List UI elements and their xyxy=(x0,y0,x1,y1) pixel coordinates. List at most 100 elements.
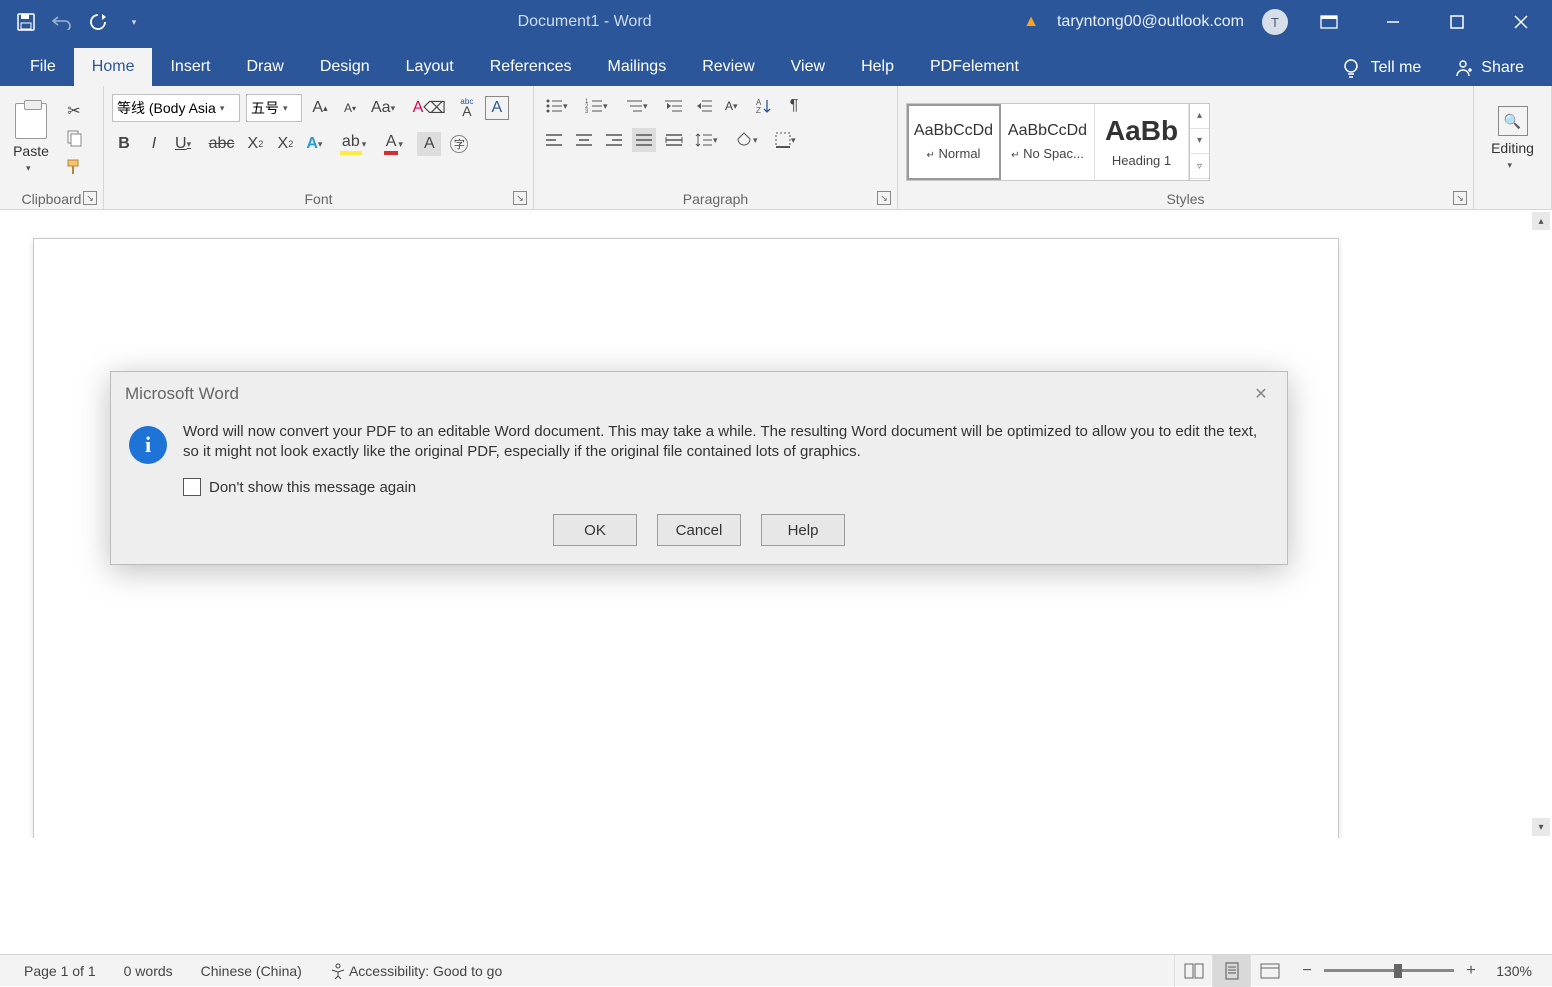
dialog-close-icon[interactable]: ✕ xyxy=(1249,382,1273,406)
decrease-indent-icon[interactable] xyxy=(662,94,686,118)
print-layout-icon[interactable] xyxy=(1212,955,1250,987)
cut-icon[interactable]: ✂ xyxy=(62,99,86,123)
tab-help[interactable]: Help xyxy=(843,48,912,86)
minimize-icon[interactable] xyxy=(1370,0,1416,44)
paragraph-launcher-icon[interactable]: ↘ xyxy=(877,191,891,205)
status-words[interactable]: 0 words xyxy=(110,963,187,979)
user-email[interactable]: taryntong00@outlook.com xyxy=(1057,13,1244,31)
tab-layout[interactable]: Layout xyxy=(388,48,472,86)
phonetic-guide-icon[interactable]: abcA xyxy=(455,96,479,120)
status-accessibility[interactable]: Accessibility: Good to go xyxy=(316,963,516,979)
share-icon xyxy=(1453,58,1473,78)
tab-review[interactable]: Review xyxy=(684,48,772,86)
share-button[interactable]: Share xyxy=(1437,58,1540,86)
info-icon: i xyxy=(129,426,167,464)
align-right-icon[interactable] xyxy=(602,128,626,152)
shrink-font-icon[interactable]: A▾ xyxy=(338,96,362,120)
cancel-button[interactable]: Cancel xyxy=(657,514,741,546)
format-painter-icon[interactable] xyxy=(62,155,86,179)
bullets-icon[interactable]: ▾ xyxy=(542,94,576,118)
justify-icon[interactable] xyxy=(632,128,656,152)
scroll-up-icon[interactable]: ▴ xyxy=(1532,212,1550,230)
editing-button[interactable]: 🔍 Editing ▾ xyxy=(1490,102,1536,175)
zoom-control: − + 130% xyxy=(1288,962,1542,980)
styles-launcher-icon[interactable]: ↘ xyxy=(1453,191,1467,205)
ok-button[interactable]: OK xyxy=(553,514,637,546)
asian-layout-icon[interactable]: A▾ xyxy=(722,94,746,118)
highlight-icon[interactable]: ab▾ xyxy=(337,132,375,156)
save-icon[interactable] xyxy=(14,10,38,34)
text-effects-icon[interactable]: A▾ xyxy=(303,132,331,156)
char-border-icon[interactable]: A xyxy=(485,96,509,120)
find-icon: 🔍 xyxy=(1498,106,1528,136)
scroll-down-icon[interactable]: ▾ xyxy=(1532,818,1550,836)
tab-home[interactable]: Home xyxy=(74,48,153,86)
show-marks-icon[interactable]: ¶ xyxy=(782,94,806,118)
clear-format-icon[interactable]: A⌫ xyxy=(410,96,449,120)
tab-mailings[interactable]: Mailings xyxy=(590,48,685,86)
numbering-icon[interactable]: 123▾ xyxy=(582,94,616,118)
dont-show-label: Don't show this message again xyxy=(209,479,416,496)
strikethrough-icon[interactable]: abc xyxy=(206,132,238,156)
change-case-icon[interactable]: Aa▾ xyxy=(368,96,404,120)
zoom-level[interactable]: 130% xyxy=(1488,963,1532,979)
font-family-combo[interactable]: 等线 (Body Asia▾ xyxy=(112,94,240,122)
warning-icon[interactable]: ▲ xyxy=(1023,13,1039,31)
tab-insert[interactable]: Insert xyxy=(152,48,228,86)
multilevel-icon[interactable]: ▾ xyxy=(622,94,656,118)
distributed-icon[interactable] xyxy=(662,128,686,152)
sort-icon[interactable]: AZ xyxy=(752,94,776,118)
tab-design[interactable]: Design xyxy=(302,48,388,86)
style-heading1[interactable]: AaBb Heading 1 xyxy=(1095,104,1189,180)
subscript-icon[interactable]: X2 xyxy=(243,132,267,156)
style-no-spacing[interactable]: AaBbCcDd ↵ No Spac... xyxy=(1001,104,1095,180)
dont-show-checkbox[interactable] xyxy=(183,478,201,496)
maximize-icon[interactable] xyxy=(1434,0,1480,44)
underline-icon[interactable]: U▾ xyxy=(172,132,200,156)
shading-icon[interactable]: ▾ xyxy=(732,128,766,152)
italic-icon[interactable]: I xyxy=(142,132,166,156)
tab-view[interactable]: View xyxy=(773,48,843,86)
qat-dropdown-icon[interactable]: ▾ xyxy=(122,10,146,34)
font-color-icon[interactable]: A▾ xyxy=(381,132,412,156)
zoom-slider[interactable] xyxy=(1324,969,1454,972)
tab-file[interactable]: File xyxy=(12,48,74,86)
tab-pdfelement[interactable]: PDFelement xyxy=(912,48,1037,86)
line-spacing-icon[interactable]: ▾ xyxy=(692,128,726,152)
web-layout-icon[interactable] xyxy=(1250,955,1288,987)
copy-icon[interactable] xyxy=(62,127,86,151)
enclosed-char-icon[interactable]: 字 xyxy=(447,132,471,156)
styles-gallery: AaBbCcDd ↵ Normal AaBbCcDd ↵ No Spac... … xyxy=(906,103,1210,181)
increase-indent-icon[interactable] xyxy=(692,94,716,118)
status-language[interactable]: Chinese (China) xyxy=(187,963,316,979)
borders-icon[interactable]: ▾ xyxy=(772,128,804,152)
char-shading-icon[interactable]: A xyxy=(417,132,441,156)
paste-button[interactable]: Paste ▾ xyxy=(8,99,54,178)
tab-draw[interactable]: Draw xyxy=(228,48,301,86)
clipboard-launcher-icon[interactable]: ↘ xyxy=(83,191,97,205)
align-center-icon[interactable] xyxy=(572,128,596,152)
styles-expand-icon[interactable]: ▿ xyxy=(1190,154,1209,179)
grow-font-icon[interactable]: A▴ xyxy=(308,96,332,120)
status-page[interactable]: Page 1 of 1 xyxy=(10,963,110,979)
styles-scroll-down-icon[interactable]: ▾ xyxy=(1190,129,1209,154)
close-icon[interactable] xyxy=(1498,0,1544,44)
ribbon-display-icon[interactable] xyxy=(1306,0,1352,44)
tell-me[interactable]: Tell me xyxy=(1325,58,1438,86)
bold-icon[interactable]: B xyxy=(112,132,136,156)
zoom-in-icon[interactable]: + xyxy=(1462,962,1480,980)
zoom-out-icon[interactable]: − xyxy=(1298,962,1316,980)
style-normal[interactable]: AaBbCcDd ↵ Normal xyxy=(907,104,1001,180)
help-button[interactable]: Help xyxy=(761,514,845,546)
font-launcher-icon[interactable]: ↘ xyxy=(513,191,527,205)
accessibility-icon xyxy=(330,963,346,979)
undo-icon[interactable] xyxy=(50,10,74,34)
user-avatar[interactable]: T xyxy=(1262,9,1288,35)
redo-icon[interactable] xyxy=(86,10,110,34)
align-left-icon[interactable] xyxy=(542,128,566,152)
read-mode-icon[interactable] xyxy=(1174,955,1212,987)
tab-references[interactable]: References xyxy=(472,48,590,86)
superscript-icon[interactable]: X2 xyxy=(273,132,297,156)
styles-scroll-up-icon[interactable]: ▴ xyxy=(1190,104,1209,129)
font-size-combo[interactable]: 五号▾ xyxy=(246,94,302,122)
